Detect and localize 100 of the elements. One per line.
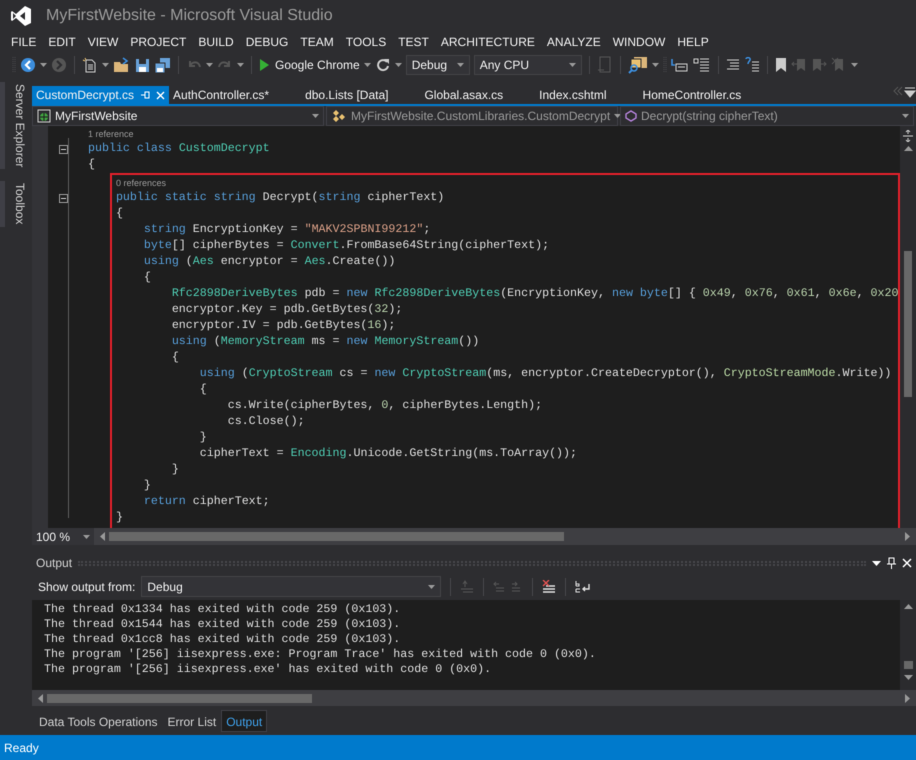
scrollbar-thumb[interactable]: [109, 532, 564, 541]
document-tab[interactable]: dbo.Lists [Data]: [301, 86, 420, 104]
panel-tab[interactable]: Data Tools Operations: [34, 710, 163, 732]
menu-item[interactable]: VIEW: [82, 33, 124, 51]
pin-icon[interactable]: [887, 557, 896, 569]
window-title: MyFirstWebsite - Microsoft Visual Studio: [46, 6, 333, 26]
output-line: The thread 0x1334 has exited with code 259 (0x103).: [44, 602, 402, 617]
scroll-left-icon[interactable]: [38, 694, 43, 702]
visual-studio-logo-icon: [10, 5, 32, 27]
output-line: The program '[256] iisexpress.exe: Program Trace' has exited with code 0 (0x0).: [44, 647, 597, 662]
type-dropdown[interactable]: MyFirstWebsite.CustomLibraries.CustomDecrypt: [326, 106, 618, 126]
document-tab[interactable]: Index.cshtml: [535, 86, 639, 104]
play-icon: [259, 58, 270, 72]
collapse-icon[interactable]: [58, 144, 68, 154]
scroll-up-icon[interactable]: [904, 604, 912, 609]
zoom-dropdown[interactable]: 100 %: [32, 528, 94, 545]
menu-item[interactable]: TOOLS: [340, 33, 392, 51]
method-icon: [625, 110, 637, 122]
output-line: The program '[256] iisexpress.exe' has exited with code 0 (0x0).: [44, 662, 492, 677]
caret-icon: [614, 114, 622, 118]
member-dropdown[interactable]: Decrypt(string cipherText): [620, 106, 914, 126]
save-icon[interactable]: [135, 58, 150, 72]
document-tab[interactable]: Global.asax.cs: [420, 86, 536, 104]
bookmark-icon[interactable]: [774, 57, 787, 73]
caret-icon: [83, 534, 90, 538]
caret-icon[interactable]: [872, 560, 881, 566]
panel-title: Output: [36, 555, 72, 572]
code-line: public class CustomDecrypt: [88, 141, 270, 157]
code-line: }: [198, 430, 207, 446]
document-tab[interactable]: AuthController.cs*: [169, 86, 302, 104]
new-project-icon[interactable]: [82, 57, 98, 73]
menu-item[interactable]: ARCHITECTURE: [434, 33, 541, 51]
scroll-right-icon[interactable]: [905, 532, 910, 541]
menu-item[interactable]: ANALYZE: [540, 33, 607, 51]
caret-icon: [902, 114, 909, 118]
reference-count[interactable]: 1 reference: [88, 126, 134, 142]
scroll-left-icon[interactable]: [100, 532, 105, 541]
menu-item[interactable]: TEST: [392, 33, 435, 51]
menu-item[interactable]: DEBUG: [240, 33, 294, 51]
scroll-right-icon[interactable]: [905, 694, 910, 702]
code-line: using (MemoryStream ms = new MemoryStream()): [170, 334, 480, 350]
menu-item[interactable]: BUILD: [192, 33, 240, 51]
field-label: Show output from:: [38, 578, 136, 596]
status-text: Ready: [4, 740, 39, 756]
menu-item[interactable]: WINDOW: [606, 33, 672, 51]
panel-tab[interactable]: Error List: [162, 710, 222, 732]
scroll-up-icon[interactable]: [904, 146, 912, 151]
code-line: }: [114, 510, 123, 526]
code-line: }: [142, 478, 151, 494]
code-line: {: [198, 382, 207, 398]
project-dropdown[interactable]: MyFirstWebsite: [32, 106, 324, 126]
menu-item[interactable]: TEAM: [294, 33, 340, 51]
output-source-dropdown[interactable]: Debug: [141, 576, 442, 597]
code-line: Rfc2898DeriveBytes pdb = new Rfc2898DeriveBytes(EncryptionKey, new byte[] { 0x49, 0x76, 0x61, 0x6e, 0x20: [170, 286, 898, 302]
code-line: encryptor.IV = pdb.GetBytes(16);: [170, 318, 396, 334]
panel-tab[interactable]: Output: [221, 710, 268, 732]
output-line: The thread 0x1544 has exited with code 259 (0x103).: [44, 617, 402, 632]
list-lines-icon[interactable]: [726, 58, 740, 72]
code-line: {: [170, 350, 179, 366]
code-line: }: [170, 462, 179, 478]
open-folder-icon[interactable]: [113, 57, 131, 73]
project-icon: [37, 109, 51, 123]
scrollbar-thumb[interactable]: [904, 661, 912, 669]
menu-item[interactable]: FILE: [5, 33, 42, 51]
close-icon[interactable]: [902, 558, 912, 568]
collapse-icon[interactable]: [58, 194, 68, 202]
code-line: return cipherText;: [142, 494, 270, 510]
code-line: string EncryptionKey = "MAKV2SPBNI99212";: [142, 222, 430, 238]
scrollbar-thumb[interactable]: [904, 251, 912, 397]
code-line: using (CryptoStream cs = new CryptoStream(ms, encryptor.CreateDecryptor(), CryptoStreamMode.Write)): [198, 366, 892, 382]
clear-all-icon[interactable]: [542, 580, 556, 594]
code-line: {: [142, 270, 151, 286]
caret-icon: [428, 584, 436, 588]
scroll-down-icon[interactable]: [904, 675, 912, 680]
scrollbar-thumb[interactable]: [47, 694, 312, 702]
back-icon[interactable]: [20, 57, 36, 73]
refresh-icon[interactable]: [374, 57, 391, 73]
code-line: {: [114, 206, 123, 222]
menu-item[interactable]: EDIT: [42, 33, 82, 51]
menu-item[interactable]: HELP: [671, 33, 715, 51]
comment-lines-icon[interactable]: [670, 57, 689, 73]
code-line: cs.Close();: [226, 414, 305, 430]
run-button[interactable]: Google Chrome: [259, 56, 360, 74]
word-wrap-icon[interactable]: [575, 580, 592, 594]
tab-list-icon[interactable]: [904, 86, 916, 98]
save-all-icon[interactable]: [154, 57, 171, 73]
list-help-icon[interactable]: [744, 57, 760, 73]
find-in-files-icon[interactable]: [628, 56, 648, 74]
platform-dropdown[interactable]: Any CPU: [474, 55, 582, 75]
menu-item[interactable]: PROJECT: [124, 33, 192, 51]
split-window-icon[interactable]: [902, 130, 914, 142]
reference-count[interactable]: 0 references: [88, 174, 166, 192]
configuration-dropdown[interactable]: Debug: [406, 55, 470, 75]
code-line: public static string Decrypt(string cipherText): [114, 190, 444, 206]
document-tab[interactable]: HomeController.cs: [638, 86, 774, 104]
output-line: The thread 0x1cc8 has exited with code 259 (0x103).: [44, 632, 402, 647]
code-line: cipherText = Encoding.Unicode.GetString(ms.ToArray());: [198, 446, 578, 462]
code-line: cs.Write(cipherBytes, 0, cipherBytes.Length);: [226, 398, 542, 414]
code-line: using (Aes encryptor = Aes.Create()): [142, 254, 396, 270]
indent-lines-icon[interactable]: [692, 57, 711, 73]
